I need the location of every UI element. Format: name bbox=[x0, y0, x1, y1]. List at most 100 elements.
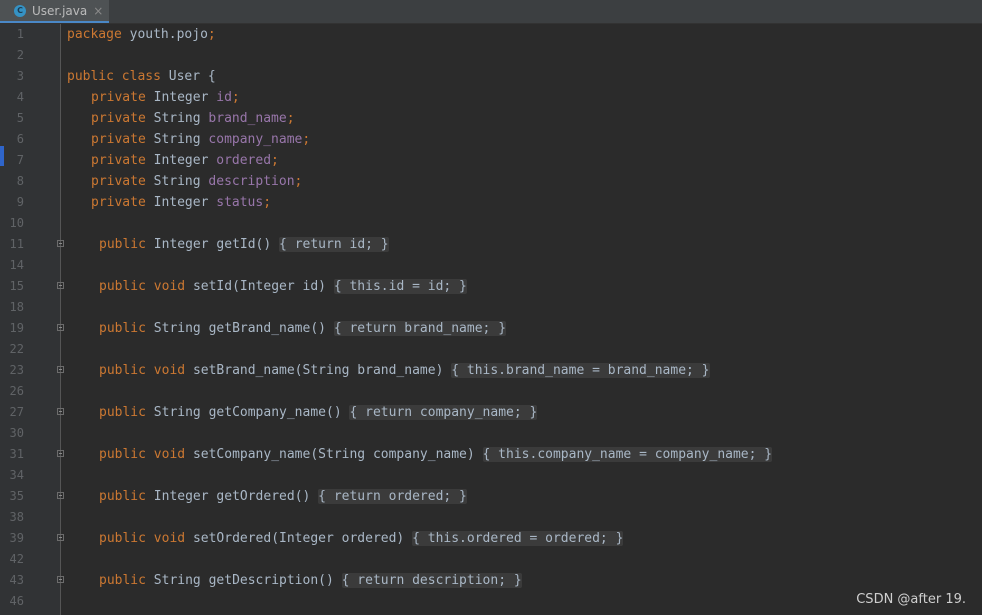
code-line[interactable]: 31 public void setCompany_name(String com… bbox=[0, 444, 982, 465]
folded-body[interactable]: { return ordered; } bbox=[318, 489, 467, 504]
code-token: getDescription() bbox=[208, 573, 334, 588]
folded-body[interactable]: { return brand_name; } bbox=[333, 321, 507, 336]
fold-toggle-icon[interactable] bbox=[57, 576, 64, 583]
code-line[interactable]: 10 bbox=[0, 213, 982, 234]
code-text: public void setBrand_name(String brand_n… bbox=[99, 360, 710, 381]
code-token: getId() bbox=[216, 237, 272, 252]
line-number: 10 bbox=[9, 216, 24, 230]
line-number: 19 bbox=[9, 321, 24, 335]
code-line[interactable]: 19 public String getBrand_name() { return… bbox=[0, 318, 982, 339]
code-line[interactable]: 39 public void setOrdered(Integer ordered… bbox=[0, 528, 982, 549]
line-number: 38 bbox=[9, 510, 24, 524]
code-line[interactable]: 3 public class User { bbox=[0, 66, 982, 87]
code-line[interactable]: 18 bbox=[0, 297, 982, 318]
fold-toggle-icon[interactable] bbox=[57, 282, 64, 289]
fold-toggle-icon[interactable] bbox=[57, 534, 64, 541]
code-editor[interactable]: 1 package youth.pojo; 2 3 public class User … bbox=[0, 24, 982, 615]
code-line[interactable]: 2 bbox=[0, 45, 982, 66]
tab-label: User.java bbox=[32, 3, 88, 18]
code-text: package youth.pojo; bbox=[67, 24, 216, 45]
code-token: ordered bbox=[216, 153, 272, 168]
code-line[interactable]: 1 package youth.pojo; bbox=[0, 24, 982, 45]
code-token: ; bbox=[263, 195, 272, 210]
code-line[interactable]: 6 private String company_name; bbox=[0, 129, 982, 150]
code-line[interactable]: 4 private Integer id; bbox=[0, 87, 982, 108]
code-text: public String getDescription() { return … bbox=[99, 570, 522, 591]
fold-toggle-icon[interactable] bbox=[57, 324, 64, 331]
code-line[interactable]: 8 private String description; bbox=[0, 171, 982, 192]
code-token: void bbox=[153, 279, 186, 294]
code-line[interactable]: 46 bbox=[0, 591, 982, 612]
line-number: 18 bbox=[9, 300, 24, 314]
line-number: 46 bbox=[9, 594, 24, 608]
code-token: void bbox=[153, 531, 186, 546]
code-token: brand_name bbox=[208, 111, 287, 126]
line-number: 3 bbox=[16, 69, 24, 83]
folded-body[interactable]: { return description; } bbox=[341, 573, 522, 588]
code-token: private bbox=[91, 90, 146, 105]
code-token: public bbox=[99, 531, 146, 546]
line-number: 9 bbox=[16, 195, 24, 209]
java-class-icon: C bbox=[14, 4, 26, 17]
fold-toggle-icon[interactable] bbox=[57, 240, 64, 247]
code-line[interactable]: 22 bbox=[0, 339, 982, 360]
code-line[interactable]: 7 private Integer ordered; bbox=[0, 150, 982, 171]
code-token: Integer bbox=[153, 195, 209, 210]
code-token: public bbox=[99, 363, 146, 378]
folded-body[interactable]: { this.ordered = ordered; } bbox=[412, 531, 624, 546]
code-text: public class User { bbox=[67, 66, 216, 87]
line-number: 31 bbox=[9, 447, 24, 461]
folded-body[interactable]: { this.id = id; } bbox=[333, 279, 467, 294]
folded-body[interactable]: { return id; } bbox=[279, 237, 389, 252]
code-text: public Integer getOrdered() { return ord… bbox=[99, 486, 467, 507]
fold-toggle-icon[interactable] bbox=[57, 408, 64, 415]
close-icon[interactable]: × bbox=[93, 4, 103, 18]
code-line[interactable]: 11 public Integer getId() { return id; } bbox=[0, 234, 982, 255]
code-line[interactable]: 5 private String brand_name; bbox=[0, 108, 982, 129]
code-token: private bbox=[91, 195, 146, 210]
code-text: private String description; bbox=[91, 171, 302, 192]
line-number: 15 bbox=[9, 279, 24, 293]
code-token: Integer bbox=[153, 90, 209, 105]
code-line[interactable]: 42 bbox=[0, 549, 982, 570]
code-line[interactable]: 15 public void setId(Integer id) { this.i… bbox=[0, 276, 982, 297]
folded-body[interactable]: { this.company_name = company_name; } bbox=[482, 447, 773, 462]
code-token: private bbox=[91, 174, 146, 189]
code-line[interactable]: 23 public void setBrand_name(String brand… bbox=[0, 360, 982, 381]
code-line[interactable]: 30 bbox=[0, 423, 982, 444]
code-token: public bbox=[67, 69, 114, 84]
code-line[interactable]: 14 bbox=[0, 255, 982, 276]
code-line[interactable]: 43 public String getDescription() { retur… bbox=[0, 570, 982, 591]
fold-toggle-icon[interactable] bbox=[57, 492, 64, 499]
code-text: public void setId(Integer id) { this.id … bbox=[99, 276, 467, 297]
line-number: 39 bbox=[9, 531, 24, 545]
code-token: String bbox=[153, 405, 201, 420]
code-line[interactable]: 27 public String getCompany_name() { retu… bbox=[0, 402, 982, 423]
code-token: id bbox=[216, 90, 232, 105]
code-line[interactable]: 9 private Integer status; bbox=[0, 192, 982, 213]
code-token: status bbox=[216, 195, 264, 210]
code-token: company_name bbox=[208, 132, 303, 147]
code-line[interactable]: 26 bbox=[0, 381, 982, 402]
editor-tab-bar: C User.java × bbox=[0, 0, 982, 24]
code-token: String bbox=[153, 573, 201, 588]
fold-toggle-icon[interactable] bbox=[57, 450, 64, 457]
code-token: String bbox=[153, 321, 201, 336]
folded-body[interactable]: { this.brand_name = brand_name; } bbox=[451, 363, 710, 378]
code-token: youth.pojo bbox=[129, 27, 208, 42]
folded-body[interactable]: { return company_name; } bbox=[349, 405, 538, 420]
code-token: void bbox=[153, 447, 186, 462]
code-token: String bbox=[153, 132, 201, 147]
line-number: 22 bbox=[9, 342, 24, 356]
code-token: public bbox=[99, 489, 146, 504]
code-token: ; bbox=[294, 174, 303, 189]
code-text: private Integer status; bbox=[91, 192, 271, 213]
code-line[interactable]: 34 bbox=[0, 465, 982, 486]
line-number: 4 bbox=[16, 90, 24, 104]
code-token: Integer bbox=[153, 153, 209, 168]
tab-user-java[interactable]: C User.java × bbox=[0, 0, 109, 23]
code-token: String bbox=[153, 111, 201, 126]
code-line[interactable]: 35 public Integer getOrdered() { return o… bbox=[0, 486, 982, 507]
fold-toggle-icon[interactable] bbox=[57, 366, 64, 373]
code-line[interactable]: 38 bbox=[0, 507, 982, 528]
